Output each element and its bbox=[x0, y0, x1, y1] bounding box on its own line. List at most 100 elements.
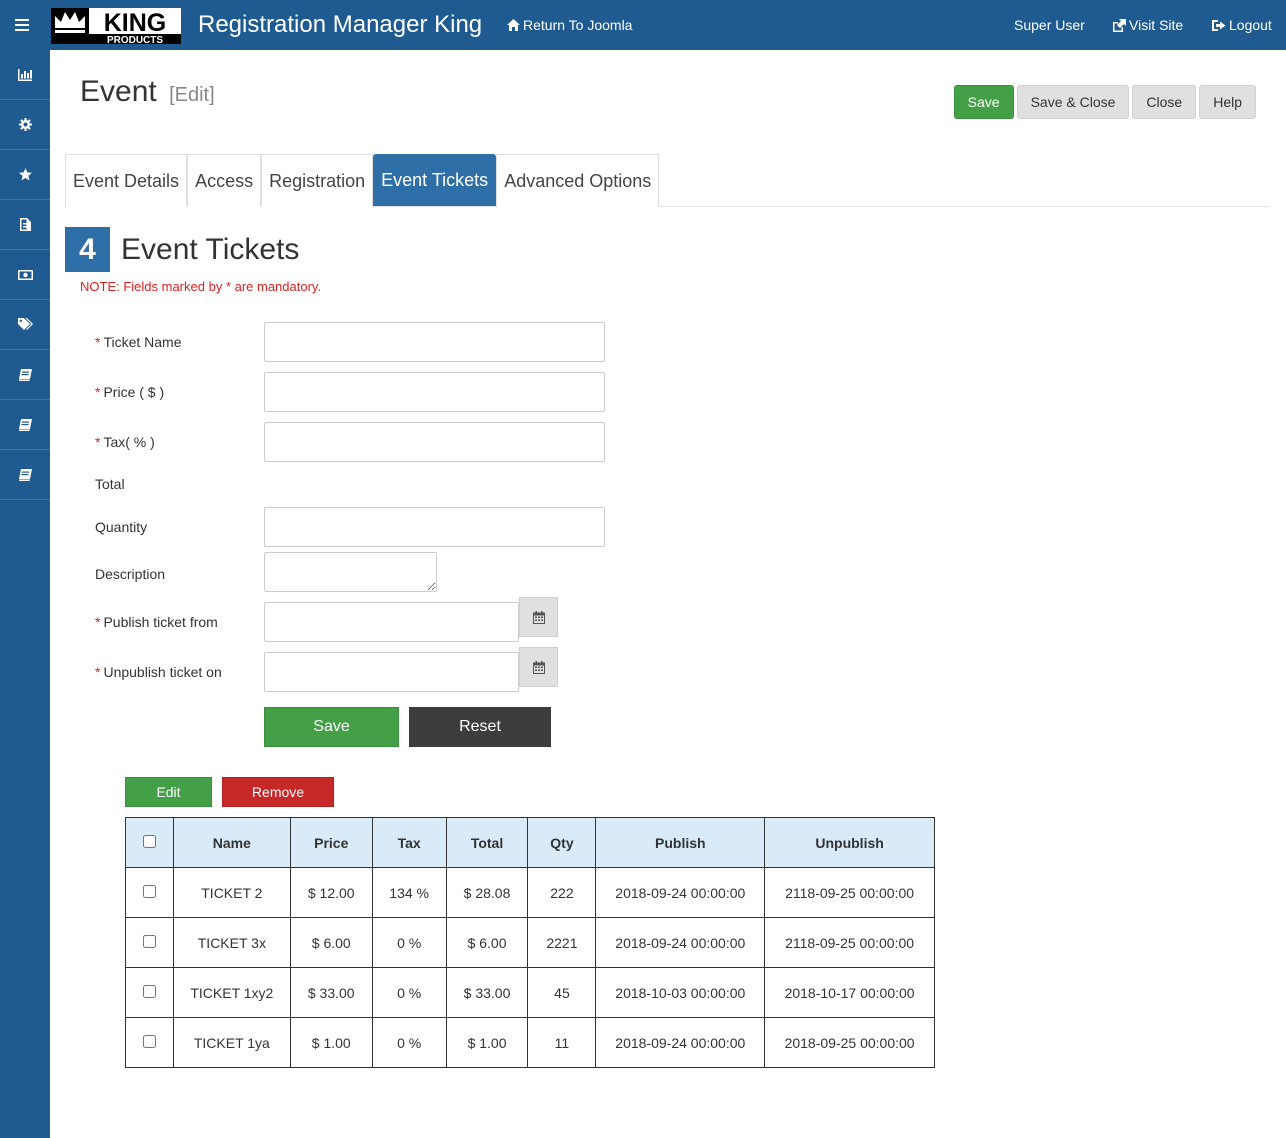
app-title: Registration Manager King bbox=[198, 11, 483, 38]
column-header-unpublish: Unpublish bbox=[764, 817, 935, 868]
select-all-checkbox[interactable] bbox=[142, 834, 156, 848]
tab-advanced-options[interactable]: Advanced Options bbox=[496, 154, 660, 207]
external-link-icon bbox=[1113, 18, 1126, 32]
sidebar-item-documents[interactable] bbox=[0, 200, 50, 250]
cell-tax: 0 % bbox=[371, 967, 447, 1018]
cell-name: TICKET 2 bbox=[172, 867, 291, 918]
unpublish-on-input[interactable] bbox=[264, 652, 519, 692]
sidebar-item-book-3[interactable] bbox=[0, 450, 50, 500]
required-mark: * bbox=[95, 434, 101, 450]
cell-price: $ 1.00 bbox=[289, 1017, 373, 1068]
row-checkbox[interactable] bbox=[142, 1034, 156, 1048]
row-select-cell bbox=[125, 867, 174, 918]
row-select-cell bbox=[125, 1017, 174, 1068]
svg-text:PRODUCTS: PRODUCTS bbox=[107, 35, 163, 46]
cell-publish: 2018-10-03 00:00:00 bbox=[595, 967, 766, 1018]
calendar-icon bbox=[532, 610, 545, 624]
tab-registration[interactable]: Registration bbox=[261, 154, 374, 207]
table-row: TICKET 1ya $ 1.00 0 % $ 1.00 11 2018-09-… bbox=[125, 1017, 935, 1068]
user-name: Super User bbox=[1014, 17, 1085, 33]
logout-link[interactable]: Logout bbox=[1212, 16, 1272, 34]
publish-from-calendar-button[interactable] bbox=[519, 597, 558, 637]
sidebar bbox=[0, 50, 50, 1138]
sidebar-item-tags[interactable] bbox=[0, 300, 50, 350]
column-header-publish: Publish bbox=[595, 817, 766, 868]
save-close-button[interactable]: Save & Close bbox=[1016, 85, 1130, 119]
close-button[interactable]: Close bbox=[1132, 85, 1197, 119]
tab-event-details[interactable]: Event Details bbox=[65, 154, 188, 207]
table-row: TICKET 2 $ 12.00 134 % $ 28.08 222 2018-… bbox=[125, 867, 935, 918]
row-checkbox[interactable] bbox=[142, 984, 156, 998]
star-icon bbox=[18, 168, 32, 181]
visit-site-label: Visit Site bbox=[1129, 17, 1184, 33]
save-button[interactable]: Save bbox=[953, 85, 1014, 119]
cell-unpublish: 2018-10-17 00:00:00 bbox=[764, 967, 935, 1018]
ticket-save-button[interactable]: Save bbox=[264, 707, 399, 747]
logout-icon bbox=[1212, 19, 1226, 31]
cell-name: TICKET 3x bbox=[172, 917, 291, 968]
cell-total: $ 33.00 bbox=[445, 967, 529, 1018]
visit-site-link[interactable]: Visit Site bbox=[1112, 16, 1183, 34]
quantity-label: Quantity bbox=[95, 519, 148, 535]
section-title: Event Tickets bbox=[121, 233, 300, 266]
price-input[interactable] bbox=[264, 372, 605, 412]
table-row: TICKET 1xy2 $ 33.00 0 % $ 33.00 45 2018-… bbox=[125, 967, 935, 1018]
logout-label: Logout bbox=[1229, 17, 1272, 33]
cell-publish: 2018-09-24 00:00:00 bbox=[595, 867, 766, 918]
cell-total: $ 28.08 bbox=[445, 867, 529, 918]
book-icon bbox=[18, 418, 32, 431]
column-header-name: Name bbox=[172, 817, 291, 868]
tab-access[interactable]: Access bbox=[187, 154, 262, 207]
quantity-input[interactable] bbox=[264, 507, 605, 547]
sidebar-item-book-2[interactable] bbox=[0, 400, 50, 450]
return-to-joomla-label: Return To Joomla bbox=[523, 17, 633, 33]
page-title-text: Event bbox=[80, 75, 157, 108]
edit-ticket-button[interactable]: Edit bbox=[125, 777, 212, 807]
unpublish-on-calendar-button[interactable] bbox=[519, 647, 558, 687]
menu-toggle-icon[interactable] bbox=[0, 0, 44, 50]
required-mark: * bbox=[95, 614, 101, 630]
cell-tax: 134 % bbox=[371, 867, 447, 918]
column-header-tax: Tax bbox=[371, 817, 447, 868]
required-mark: * bbox=[95, 664, 101, 680]
ticket-name-input[interactable] bbox=[264, 322, 605, 362]
cell-price: $ 33.00 bbox=[289, 967, 373, 1018]
return-to-joomla-link[interactable]: Return To Joomla bbox=[507, 16, 632, 34]
help-button[interactable]: Help bbox=[1199, 85, 1256, 119]
column-header-total: Total bbox=[445, 817, 529, 868]
tab-event-tickets[interactable]: Event Tickets bbox=[373, 154, 497, 206]
ticket-reset-button[interactable]: Reset bbox=[409, 707, 551, 747]
publish-from-input[interactable] bbox=[264, 602, 519, 642]
remove-ticket-button[interactable]: Remove bbox=[222, 777, 334, 807]
description-textarea[interactable] bbox=[264, 552, 437, 592]
sidebar-item-settings[interactable] bbox=[0, 100, 50, 150]
row-checkbox[interactable] bbox=[142, 884, 156, 898]
cell-unpublish: 2118-09-25 00:00:00 bbox=[764, 917, 935, 968]
row-checkbox[interactable] bbox=[142, 934, 156, 948]
ticket-name-label: * Ticket Name bbox=[95, 333, 182, 351]
cell-unpublish: 2118-09-25 00:00:00 bbox=[764, 867, 935, 918]
sidebar-item-featured[interactable] bbox=[0, 150, 50, 200]
tax-input[interactable] bbox=[264, 422, 605, 462]
user-menu[interactable]: Super User bbox=[1014, 16, 1085, 34]
cell-name: TICKET 1xy2 bbox=[172, 967, 291, 1018]
tax-label: * Tax( % ) bbox=[95, 433, 155, 451]
cell-unpublish: 2018-09-25 00:00:00 bbox=[764, 1017, 935, 1068]
chart-icon bbox=[18, 68, 32, 81]
king-products-logo[interactable]: KING PRODUCTS bbox=[51, 6, 181, 46]
row-select-cell bbox=[125, 967, 174, 1018]
column-header-qty: Qty bbox=[527, 817, 597, 868]
calendar-icon bbox=[532, 660, 545, 674]
description-label: Description bbox=[95, 566, 166, 582]
sidebar-item-payments[interactable] bbox=[0, 250, 50, 300]
cell-tax: 0 % bbox=[371, 1017, 447, 1068]
table-header-row: Name Price Tax Total Qty Publish Unpubli… bbox=[125, 817, 935, 868]
cell-qty: 2221 bbox=[527, 917, 597, 968]
sidebar-item-dashboard[interactable] bbox=[0, 50, 50, 100]
table-row: TICKET 3x $ 6.00 0 % $ 6.00 2221 2018-09… bbox=[125, 917, 935, 968]
cell-tax: 0 % bbox=[371, 917, 447, 968]
cell-qty: 45 bbox=[527, 967, 597, 1018]
top-bar: KING PRODUCTS Registration Manager King … bbox=[0, 0, 1286, 50]
sidebar-item-book-1[interactable] bbox=[0, 350, 50, 400]
cell-total: $ 6.00 bbox=[445, 917, 529, 968]
